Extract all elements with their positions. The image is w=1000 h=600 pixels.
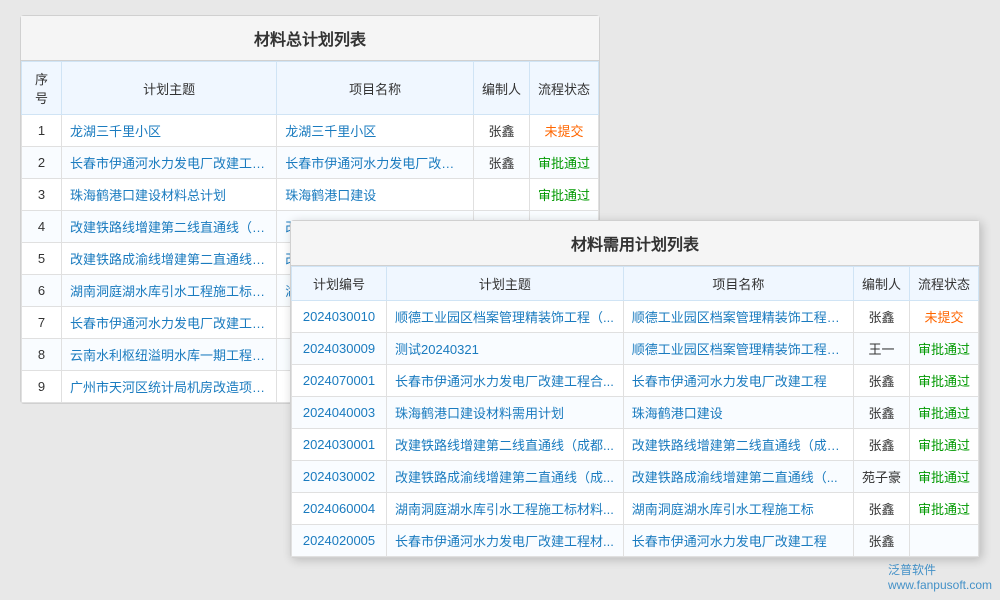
cell-plan-no: 2024020005 [292,525,387,557]
cell-creator2: 张鑫 [853,301,909,333]
cell-plan-no: 2024030009 [292,333,387,365]
cell-project-name: 珠海鹤港口建设 [277,179,474,211]
cell-project-name: 龙湖三千里小区 [277,115,474,147]
cell-creator2: 张鑫 [853,397,909,429]
cell-status: 未提交 [529,115,598,147]
col-creator: 编制人 [473,62,529,115]
cell-plan-theme2: 测试20240321 [387,333,624,365]
cell-creator2: 张鑫 [853,525,909,557]
cell-status2: 未提交 [909,301,978,333]
cell-status2: 审批通过 [909,333,978,365]
table-row[interactable]: 3 珠海鹤港口建设材料总计划 珠海鹤港口建设 审批通过 [22,179,599,211]
cell-plan-theme: 长春市伊通河水力发电厂改建工程材料总计划 [62,307,277,339]
total-plan-title: 材料总计划列表 [21,16,599,61]
need-plan-data-table: 计划编号 计划主题 项目名称 编制人 流程状态 2024030010 顺德工业园… [291,266,979,557]
cell-seq: 7 [22,307,62,339]
cell-plan-theme2: 湖南洞庭湖水库引水工程施工标材料... [387,493,624,525]
cell-status2: 审批通过 [909,493,978,525]
table-row[interactable]: 2024030010 顺德工业园区档案管理精装饰工程（... 顺德工业园区档案管… [292,301,979,333]
cell-project-name2: 湖南洞庭湖水库引水工程施工标 [623,493,853,525]
watermark-brand: 泛普软件 [888,563,936,577]
cell-project-name2: 珠海鹤港口建设 [623,397,853,429]
cell-creator2: 张鑫 [853,429,909,461]
cell-project-name2: 长春市伊通河水力发电厂改建工程 [623,525,853,557]
cell-project-name2: 顺德工业园区档案管理精装饰工程（... [623,301,853,333]
table-row[interactable]: 2024030002 改建铁路成渝线增建第二直通线（成... 改建铁路成渝线增建… [292,461,979,493]
cell-seq: 1 [22,115,62,147]
cell-status: 审批通过 [529,179,598,211]
cell-plan-theme: 云南水利枢纽溢明水库一期工程施工标材料... [62,339,277,371]
cell-project-name2: 顺德工业园区档案管理精装饰工程（... [623,333,853,365]
cell-creator2: 苑子豪 [853,461,909,493]
table-row[interactable]: 2024060004 湖南洞庭湖水库引水工程施工标材料... 湖南洞庭湖水库引水… [292,493,979,525]
col-seq: 序号 [22,62,62,115]
cell-status2 [909,525,978,557]
total-plan-header-row: 序号 计划主题 项目名称 编制人 流程状态 [22,62,599,115]
cell-seq: 8 [22,339,62,371]
need-plan-body: 2024030010 顺德工业园区档案管理精装饰工程（... 顺德工业园区档案管… [292,301,979,557]
cell-plan-no: 2024030002 [292,461,387,493]
col-status2: 流程状态 [909,267,978,301]
cell-plan-theme2: 长春市伊通河水力发电厂改建工程材... [387,525,624,557]
cell-seq: 6 [22,275,62,307]
cell-status2: 审批通过 [909,461,978,493]
table-row[interactable]: 1 龙湖三千里小区 龙湖三千里小区 张鑫 未提交 [22,115,599,147]
cell-creator [473,179,529,211]
cell-creator2: 张鑫 [853,365,909,397]
need-plan-table: 材料需用计划列表 计划编号 计划主题 项目名称 编制人 流程状态 2024030… [290,220,980,558]
cell-plan-theme: 改建铁路线增建第二线直通线（成都-西安）... [62,211,277,243]
cell-plan-theme: 广州市天河区统计局机房改造项目材料总计划 [62,371,277,403]
cell-status: 审批通过 [529,147,598,179]
cell-seq: 3 [22,179,62,211]
cell-plan-no: 2024040003 [292,397,387,429]
need-plan-title: 材料需用计划列表 [291,221,979,266]
watermark-url: www.fanpusoft.com [888,578,992,592]
table-row[interactable]: 2024020005 长春市伊通河水力发电厂改建工程材... 长春市伊通河水力发… [292,525,979,557]
cell-seq: 4 [22,211,62,243]
cell-creator: 张鑫 [473,147,529,179]
cell-plan-no: 2024030010 [292,301,387,333]
watermark: 泛普软件 www.fanpusoft.com [888,561,992,592]
table-row[interactable]: 2024030009 测试20240321 顺德工业园区档案管理精装饰工程（..… [292,333,979,365]
cell-seq: 5 [22,243,62,275]
table-row[interactable]: 2 长春市伊通河水力发电厂改建工程合同材料... 长春市伊通河水力发电厂改建工程… [22,147,599,179]
need-plan-header-row: 计划编号 计划主题 项目名称 编制人 流程状态 [292,267,979,301]
cell-plan-no: 2024070001 [292,365,387,397]
cell-project-name2: 长春市伊通河水力发电厂改建工程 [623,365,853,397]
cell-plan-theme: 珠海鹤港口建设材料总计划 [62,179,277,211]
cell-plan-theme: 改建铁路成渝线增建第二直通线（成渝枢纽... [62,243,277,275]
cell-plan-no: 2024060004 [292,493,387,525]
col-plan-theme2: 计划主题 [387,267,624,301]
cell-project-name2: 改建铁路线增建第二线直通线（成都... [623,429,853,461]
cell-plan-theme: 湖南洞庭湖水库引水工程施工标材料总计划 [62,275,277,307]
cell-plan-theme2: 顺德工业园区档案管理精装饰工程（... [387,301,624,333]
col-project-name2: 项目名称 [623,267,853,301]
table-row[interactable]: 2024030001 改建铁路线增建第二线直通线（成都... 改建铁路线增建第二… [292,429,979,461]
table-row[interactable]: 2024040003 珠海鹤港口建设材料需用计划 珠海鹤港口建设 张鑫 审批通过 [292,397,979,429]
cell-plan-theme2: 改建铁路线增建第二线直通线（成都... [387,429,624,461]
col-project-name: 项目名称 [277,62,474,115]
cell-status2: 审批通过 [909,365,978,397]
cell-creator2: 王一 [853,333,909,365]
cell-plan-theme: 长春市伊通河水力发电厂改建工程合同材料... [62,147,277,179]
col-plan-theme: 计划主题 [62,62,277,115]
cell-creator2: 张鑫 [853,493,909,525]
cell-project-name2: 改建铁路成渝线增建第二直通线（... [623,461,853,493]
cell-status2: 审批通过 [909,429,978,461]
cell-plan-no: 2024030001 [292,429,387,461]
cell-project-name: 长春市伊通河水力发电厂改建工程 [277,147,474,179]
cell-plan-theme2: 改建铁路成渝线增建第二直通线（成... [387,461,624,493]
col-creator2: 编制人 [853,267,909,301]
table-row[interactable]: 2024070001 长春市伊通河水力发电厂改建工程合... 长春市伊通河水力发… [292,365,979,397]
cell-seq: 9 [22,371,62,403]
cell-plan-theme2: 长春市伊通河水力发电厂改建工程合... [387,365,624,397]
cell-creator: 张鑫 [473,115,529,147]
cell-status2: 审批通过 [909,397,978,429]
cell-plan-theme2: 珠海鹤港口建设材料需用计划 [387,397,624,429]
col-status: 流程状态 [529,62,598,115]
col-plan-no: 计划编号 [292,267,387,301]
cell-plan-theme: 龙湖三千里小区 [62,115,277,147]
cell-seq: 2 [22,147,62,179]
